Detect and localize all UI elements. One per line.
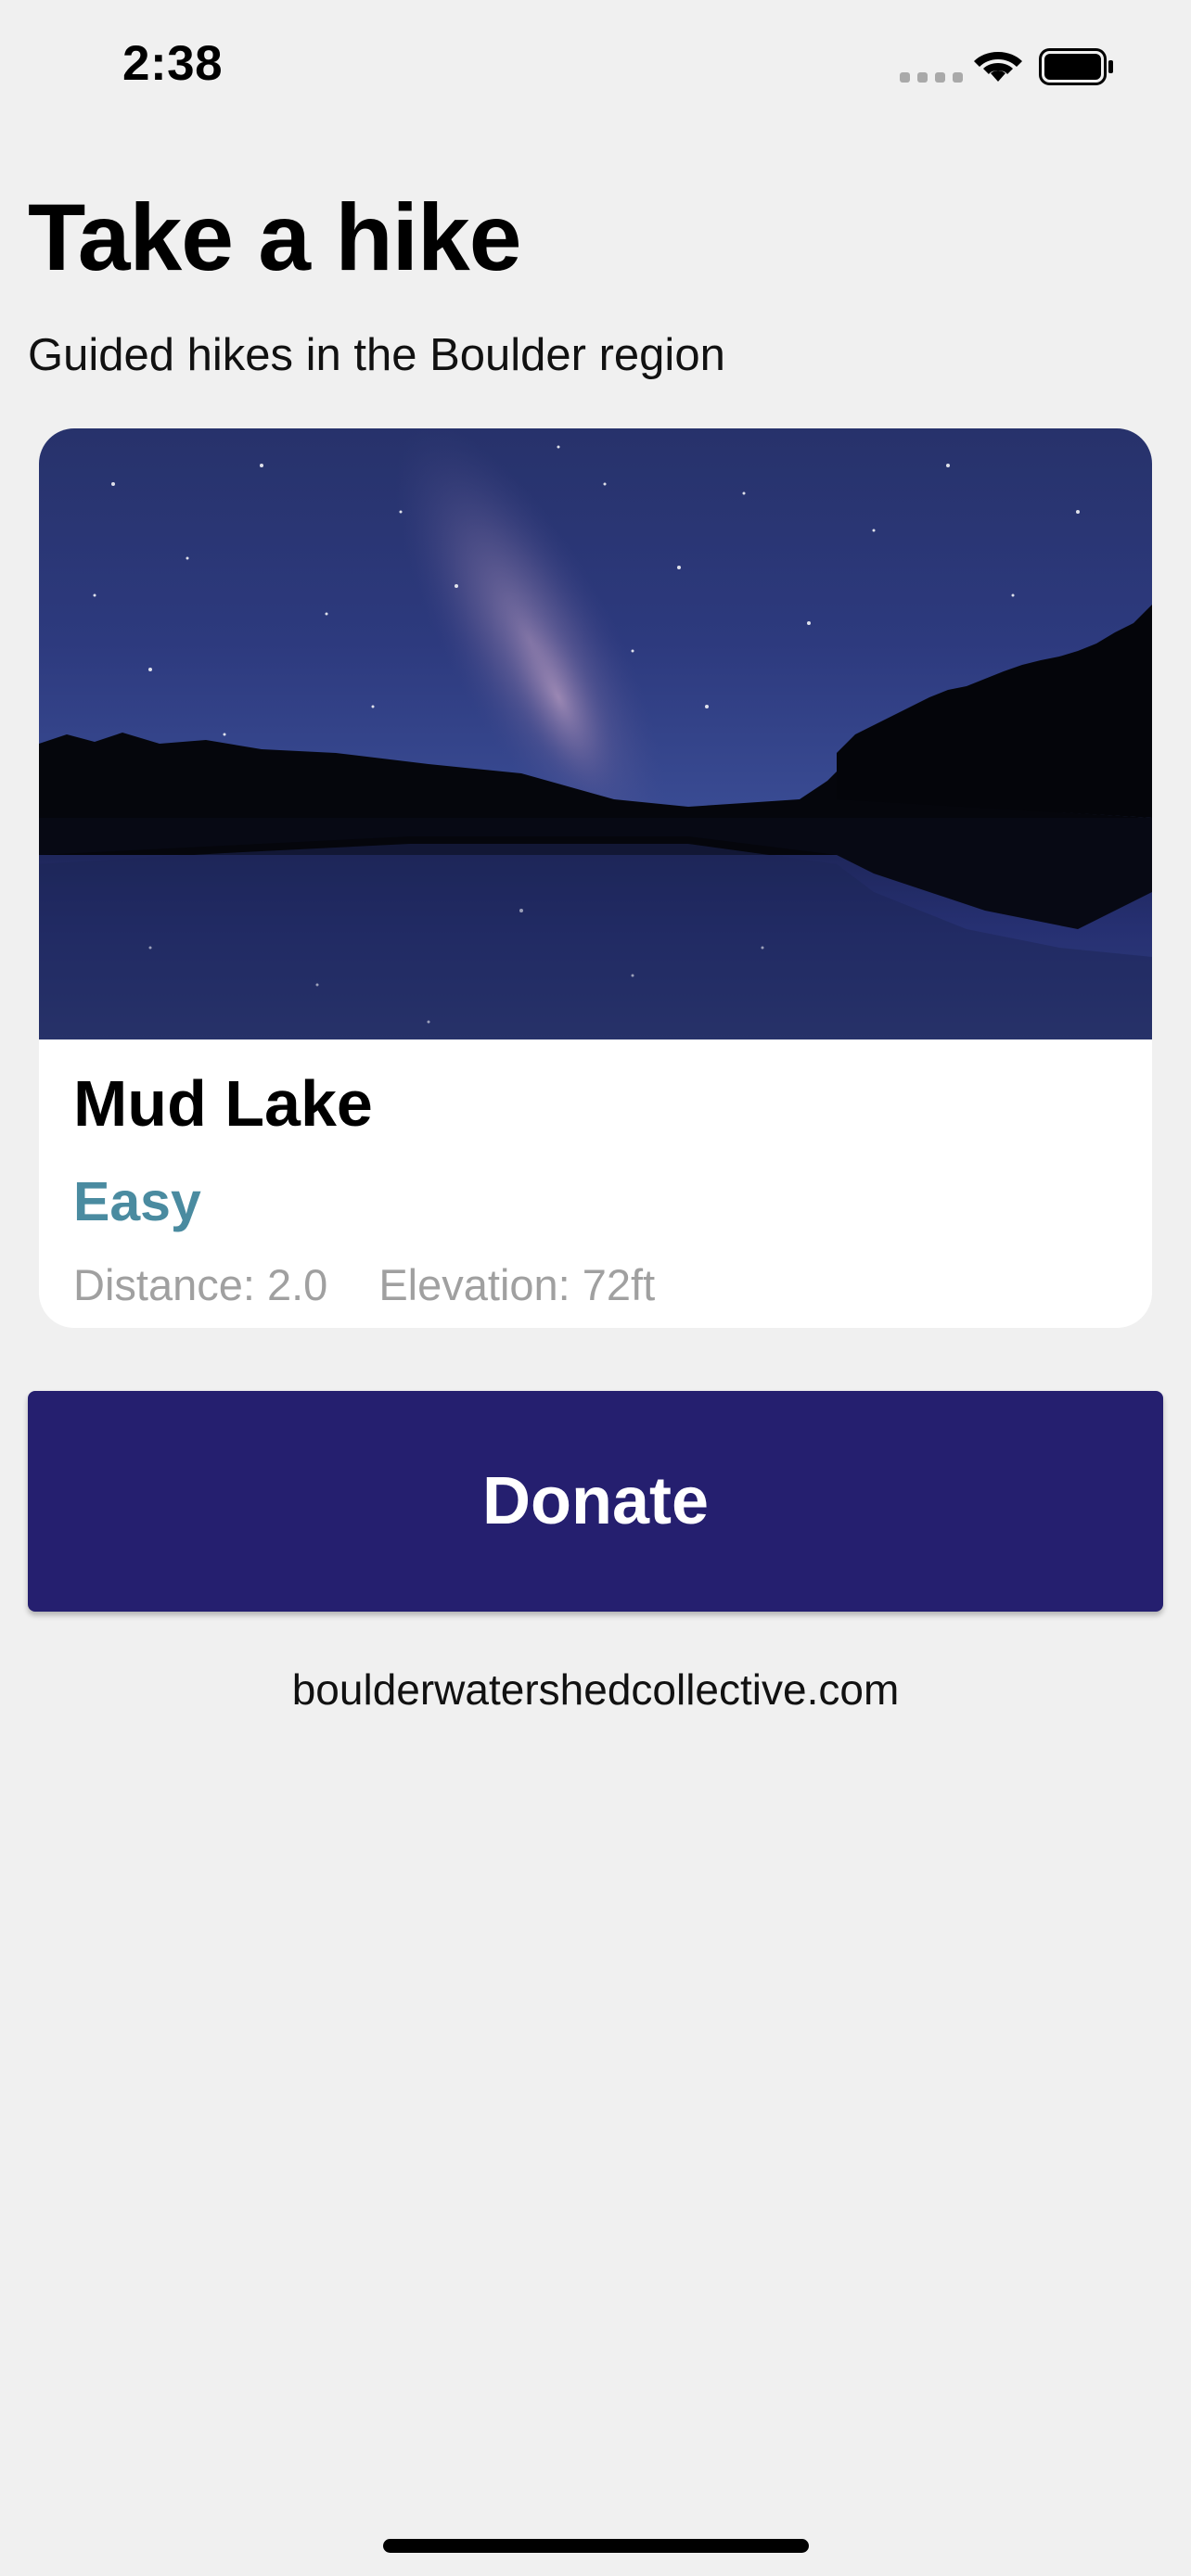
page-title: Take a hike bbox=[28, 185, 521, 290]
hike-card[interactable]: Mud Lake Easy Distance: 2.0 Elevation: 7… bbox=[39, 428, 1152, 1328]
battery-icon bbox=[1039, 48, 1113, 85]
status-time: 2:38 bbox=[122, 36, 224, 91]
difficulty-badge: Easy bbox=[73, 1171, 201, 1232]
status-bar: 2:38 bbox=[0, 0, 1191, 130]
cellular-signal-icon bbox=[900, 72, 963, 83]
hike-title: Mud Lake bbox=[73, 1067, 373, 1140]
home-indicator[interactable] bbox=[383, 2539, 809, 2553]
hike-photo bbox=[39, 428, 1152, 1039]
distance-text: Distance: 2.0 bbox=[73, 1260, 328, 1309]
website-link[interactable]: boulderwatershedcollective.com bbox=[0, 1664, 1191, 1715]
donate-button[interactable]: Donate bbox=[28, 1391, 1163, 1612]
hike-stats: Distance: 2.0 Elevation: 72ft bbox=[73, 1259, 655, 1310]
wifi-icon bbox=[974, 52, 1022, 82]
page-subtitle: Guided hikes in the Boulder region bbox=[28, 330, 725, 380]
elevation-text: Elevation: 72ft bbox=[378, 1260, 656, 1309]
